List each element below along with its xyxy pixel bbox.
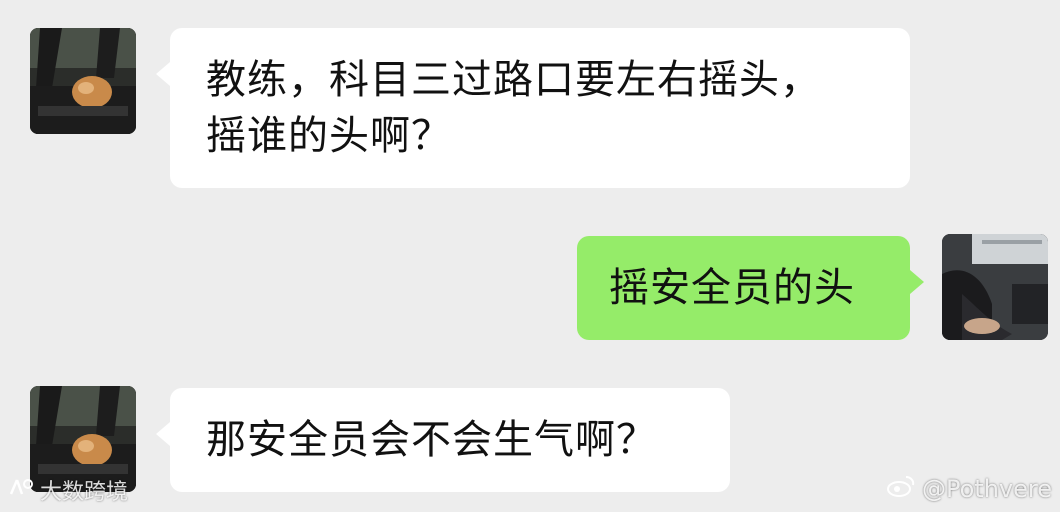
message-bubble-incoming[interactable]: 那安全员会不会生气啊？: [156, 388, 730, 492]
contact-avatar[interactable]: [30, 28, 136, 134]
watermark-left: 大数跨境: [8, 474, 128, 506]
message-text-line: 摇安全员的头: [609, 265, 855, 311]
message-bubble-outgoing[interactable]: 摇安全员的头: [577, 236, 924, 340]
message-bubble-incoming[interactable]: 教练，科目三过路口要左右摇头， 摇谁的头啊？: [156, 28, 910, 188]
driver-icon: [942, 234, 1048, 340]
logo-icon: [8, 476, 34, 504]
cat-in-car-icon: [30, 28, 136, 134]
watermark-right-text: @Pothvere: [922, 475, 1052, 503]
watermark-right: @Pothvere: [886, 474, 1052, 504]
message-text-line: 那安全员会不会生气啊？: [206, 417, 657, 463]
watermark-left-text: 大数跨境: [40, 480, 129, 505]
message-text-line: 摇谁的头啊？: [206, 113, 452, 159]
message-text-line: 教练，科目三过路口要左右摇头，: [206, 57, 821, 103]
self-avatar[interactable]: [942, 234, 1048, 340]
chat-window: 教练，科目三过路口要左右摇头， 摇谁的头啊？ 摇安全员的头 那安全员会不会生气啊…: [0, 0, 1060, 512]
weibo-icon: [886, 474, 916, 504]
